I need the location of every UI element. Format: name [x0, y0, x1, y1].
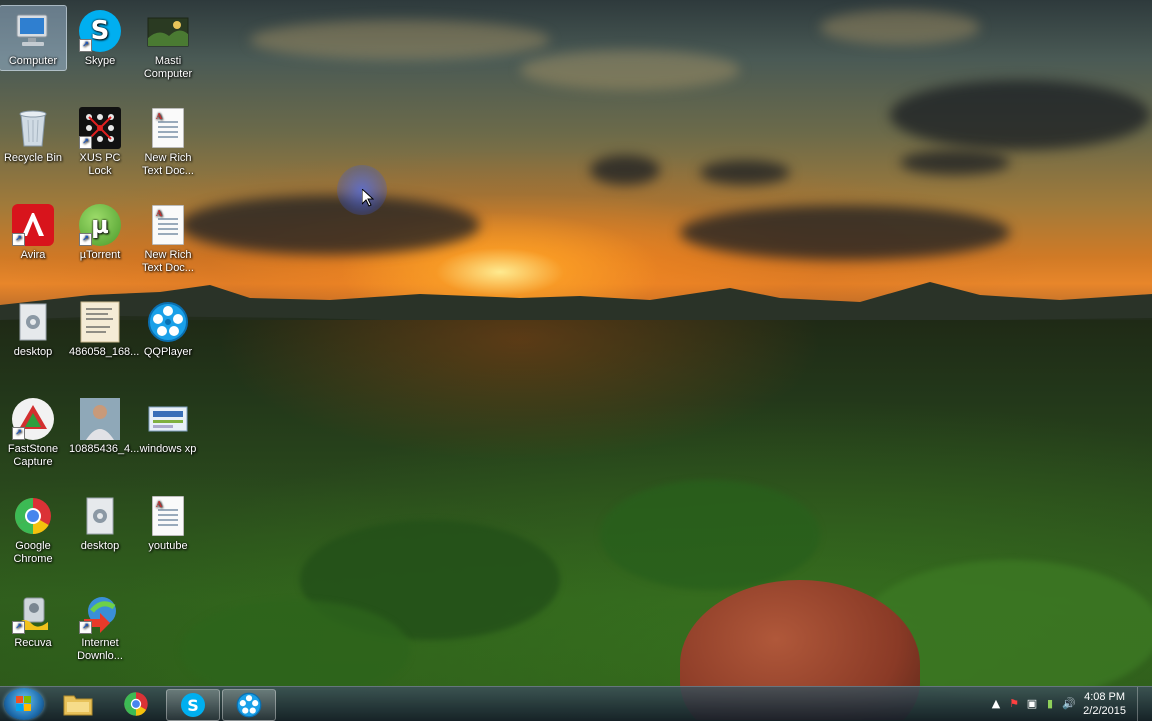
cloud — [520, 50, 740, 90]
desktop-icon-skype[interactable]: S ↗ Skype — [67, 6, 133, 70]
desktop-icon-photo-10885436[interactable]: 10885436_4... — [67, 394, 139, 458]
desktop-icon-recuva[interactable]: ↗ Recuva — [0, 588, 66, 652]
computer-icon — [12, 10, 54, 52]
recuva-icon: ↗ — [12, 592, 54, 634]
shortcut-arrow-icon: ↗ — [12, 233, 25, 246]
cloud — [590, 155, 660, 185]
mouse-pointer-icon — [362, 189, 374, 207]
rtf-document-icon: A — [147, 495, 189, 537]
clock-time: 4:08 PM — [1084, 691, 1126, 703]
desktop-icon-image-486058[interactable]: 486058_168... — [67, 297, 139, 361]
desktop-icon-internet-download-manager[interactable]: ↗ Internet Downlo... — [67, 588, 133, 665]
start-button[interactable] — [4, 688, 44, 720]
volume-icon[interactable]: 🔊 — [1062, 698, 1076, 710]
clock[interactable]: 4:08 PM 2/2/2015 — [1083, 690, 1126, 718]
qqplayer-icon — [236, 692, 262, 718]
qqplayer-icon — [147, 301, 189, 343]
rtf-document-icon: A — [147, 107, 189, 149]
image-thumbnail-icon — [79, 301, 121, 343]
desktop-icon-qqplayer[interactable]: QQPlayer — [135, 297, 201, 361]
system-tray: ▲ ⚑ ▣ ▮ 🔊 4:08 PM 2/2/2015 — [962, 687, 1152, 721]
shortcut-arrow-icon: ↗ — [79, 39, 92, 52]
image-file-icon — [147, 398, 189, 440]
cloud — [680, 205, 1010, 260]
file-explorer-icon — [63, 695, 93, 716]
desktop-icon-windows-xp[interactable]: windows xp — [135, 394, 201, 458]
xus-lock-icon: ↗ — [79, 107, 121, 149]
taskbar-chrome-button[interactable] — [110, 689, 162, 719]
cloud — [250, 20, 550, 60]
cloud — [820, 10, 980, 45]
avira-icon: ↗ — [12, 204, 54, 246]
shortcut-arrow-icon: ↗ — [79, 136, 92, 149]
rtf-document-icon: A — [147, 204, 189, 246]
desktop-icon-desktop-ini-2[interactable]: desktop — [67, 491, 133, 555]
desktop-icon-desktop-ini[interactable]: desktop — [0, 297, 66, 361]
taskbar: S ▲ ⚑ ▣ ▮ 🔊 4:08 PM 2/2/2015 — [0, 686, 1152, 721]
chrome-icon — [12, 495, 54, 537]
desktop-icon-new-rich-text-doc-1[interactable]: A New Rich Text Doc... — [135, 103, 201, 180]
skype-icon: S — [181, 693, 205, 717]
shortcut-arrow-icon: ↗ — [12, 621, 25, 634]
skype-icon: S ↗ — [79, 10, 121, 52]
cloud — [180, 195, 480, 255]
show-desktop-button[interactable] — [1137, 687, 1152, 721]
chrome-icon — [124, 692, 148, 716]
shortcut-arrow-icon: ↗ — [12, 427, 25, 440]
tree-cluster — [600, 480, 820, 590]
cloud — [900, 150, 1010, 175]
folder-photo-icon — [147, 10, 189, 52]
cloud — [700, 160, 790, 185]
desktop-icon-google-chrome[interactable]: Google Chrome — [0, 491, 66, 568]
taskbar-skype-button[interactable]: S — [166, 689, 220, 721]
shortcut-arrow-icon: ↗ — [79, 233, 92, 246]
shortcut-arrow-icon: ↗ — [79, 621, 92, 634]
show-hidden-icons-button[interactable]: ▲ — [990, 698, 1002, 710]
tree-cluster — [180, 600, 410, 700]
desktop-icon-youtube[interactable]: A youtube — [135, 491, 201, 555]
desktop-icon-masti-computer[interactable]: Masti Computer — [135, 6, 201, 83]
faststone-icon: ↗ — [12, 398, 54, 440]
desktop-icon-faststone[interactable]: ↗ FastStone Capture — [0, 394, 66, 471]
clock-date: 2/2/2015 — [1083, 705, 1126, 717]
taskbar-qqplayer-button[interactable] — [222, 689, 276, 721]
cloud — [890, 80, 1150, 150]
desktop-icon-computer[interactable]: Computer — [0, 5, 67, 71]
settings-file-icon — [79, 495, 121, 537]
network-signal-icon[interactable]: ▮ — [1044, 698, 1056, 710]
settings-file-icon — [12, 301, 54, 343]
display-icon[interactable]: ▣ — [1026, 698, 1038, 710]
desktop-icon-avira[interactable]: ↗ Avira — [0, 200, 66, 264]
taskbar-file-explorer-button[interactable] — [52, 689, 104, 719]
utorrent-icon: µ ↗ — [79, 204, 121, 246]
recycle-bin-icon — [12, 107, 54, 149]
desktop-icon-utorrent[interactable]: µ ↗ µTorrent — [67, 200, 133, 264]
windows-start-icon — [16, 696, 32, 712]
photo-thumbnail-icon — [79, 398, 121, 440]
idm-icon: ↗ — [79, 592, 121, 634]
desktop-icon-recycle-bin[interactable]: Recycle Bin — [0, 103, 66, 167]
action-center-icon[interactable]: ⚑ — [1008, 698, 1020, 710]
desktop-icon-new-rich-text-doc-2[interactable]: A New Rich Text Doc... — [135, 200, 201, 277]
desktop-icon-xus-pc-lock[interactable]: ↗ XUS PC Lock — [67, 103, 133, 180]
